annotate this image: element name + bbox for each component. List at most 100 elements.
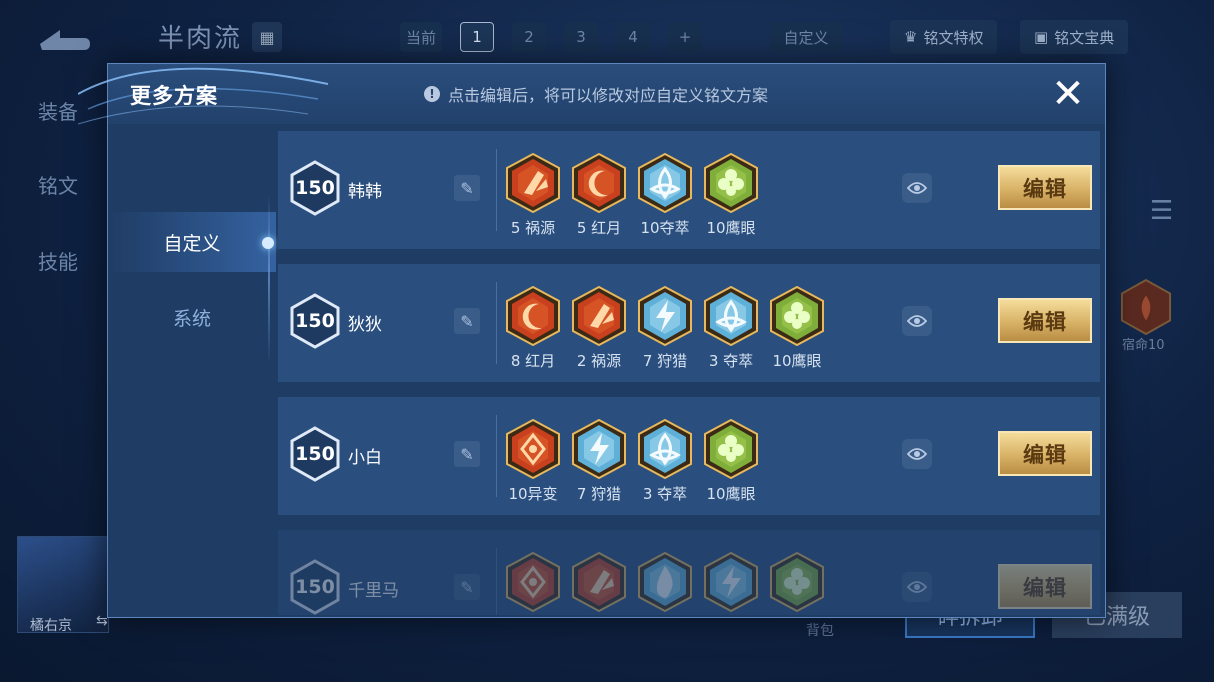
crown-icon: ♛ [904, 28, 918, 46]
plan-level: 150 [295, 177, 335, 199]
hint-text: ! 点击编辑后，将可以修改对应自定义铭文方案 [424, 82, 768, 106]
lightning-icon [638, 286, 692, 346]
rune-item[interactable]: 5 红月 [566, 153, 632, 238]
back-arrow-icon[interactable] [30, 22, 94, 56]
eye-icon [907, 315, 927, 327]
list-icon[interactable]: ☰ [1150, 196, 1178, 230]
page-tab-4[interactable]: 4 [616, 22, 651, 52]
close-button[interactable]: ✕ [1048, 74, 1088, 114]
plan-level: 150 [295, 576, 335, 598]
info-icon: ! [424, 86, 440, 102]
rune-item[interactable] [698, 552, 764, 615]
rune-item[interactable] [764, 552, 830, 615]
plan-row[interactable]: 150 狄狄 ✎ 8 红月 2 祸源 7 狩猎 3 夺萃 10鹰眼 编辑 [278, 264, 1100, 382]
crescent-moon-icon [572, 153, 626, 213]
active-tab-dot [262, 237, 274, 249]
rune-item[interactable]: 7 狩猎 [632, 286, 698, 371]
codex-label: 铭文宝典 [1054, 28, 1115, 47]
edit-button[interactable]: 编辑 [998, 431, 1092, 476]
tab-custom[interactable]: 自定义 [108, 212, 276, 272]
broken-blade-icon [572, 552, 626, 612]
rune-item[interactable]: 8 红月 [500, 286, 566, 371]
edit-button[interactable]: 编辑 [998, 298, 1092, 343]
side-nav-equipment[interactable]: 装备 [38, 96, 78, 125]
preview-eye-icon[interactable] [902, 173, 932, 203]
rune-label: 10夺萃 [640, 219, 690, 237]
rename-pencil-icon[interactable]: ✎ [454, 175, 480, 201]
rune-label: 8 红月 [510, 352, 556, 370]
plan-name: 狄狄 [348, 315, 382, 335]
eye-icon [907, 581, 927, 593]
plan-row[interactable]: 150 千里马 ✎ 编辑 [278, 530, 1100, 615]
plan-name: 小白 [348, 448, 382, 468]
plan-list[interactable]: 150 韩韩 ✎ 5 祸源 5 红月 10夺萃 10鹰眼 编辑 150 狄狄 ✎… [278, 131, 1104, 615]
rename-pencil-icon[interactable]: ✎ [454, 308, 480, 334]
page-tab-1[interactable]: 1 [460, 22, 495, 52]
rune-item[interactable]: 7 狩猎 [566, 419, 632, 504]
plan-name: 韩韩 [348, 182, 382, 202]
codex-button[interactable]: ▣ 铭文宝典 [1020, 20, 1129, 54]
row-divider [496, 415, 497, 497]
preview-eye-icon[interactable] [902, 306, 932, 336]
swap-icon[interactable]: ⇆ [96, 613, 108, 629]
rune-item[interactable]: 5 祸源 [500, 153, 566, 238]
clover-icon [704, 419, 758, 479]
rune-item[interactable]: 10鹰眼 [698, 419, 764, 504]
rename-pencil-icon[interactable]: ✎ [454, 574, 480, 600]
page-tab-3[interactable]: 3 [564, 22, 599, 52]
rune-list [500, 552, 830, 615]
rune-item[interactable] [566, 552, 632, 615]
side-nav-skills[interactable]: 技能 [38, 246, 78, 275]
top-bar: 半肉流 ▦ 当前 1 2 3 4 + 自定义 ♛ 铭文特权 ▣ 铭文宝典 [0, 0, 1214, 70]
rune-item[interactable]: 3 夺萃 [698, 286, 764, 371]
triquetra-icon [638, 419, 692, 479]
rename-pencil-icon[interactable]: ✎ [454, 441, 480, 467]
plan-page-tabs: 当前 1 2 3 4 + [400, 22, 703, 52]
rune-label: 5 红月 [576, 219, 622, 237]
page-tab-2[interactable]: 2 [512, 22, 547, 52]
plan-type-tabs: 自定义 系统 [108, 124, 276, 619]
rune-item[interactable]: 10异变 [500, 419, 566, 504]
broken-blade-icon [506, 153, 560, 213]
rune-label: 10鹰眼 [772, 352, 822, 370]
rune-item[interactable]: 10夺萃 [632, 153, 698, 238]
rune-label: 7 狩猎 [576, 485, 622, 503]
rune-list: 10异变 7 狩猎 3 夺萃 10鹰眼 [500, 419, 764, 504]
page-tab-add[interactable]: + [668, 22, 703, 52]
bag-label: 背包 [806, 623, 834, 639]
rune-item[interactable]: 10鹰眼 [764, 286, 830, 371]
side-nav-runes[interactable]: 铭文 [38, 170, 78, 199]
rune-item[interactable]: 2 祸源 [566, 286, 632, 371]
rune-item[interactable] [500, 552, 566, 615]
book-icon: ▣ [1034, 28, 1049, 46]
page-tab-current[interactable]: 当前 [400, 22, 443, 52]
rune-item[interactable] [632, 552, 698, 615]
hint-label: 点击编辑后，将可以修改对应自定义铭文方案 [448, 86, 769, 105]
plan-row[interactable]: 150 韩韩 ✎ 5 祸源 5 红月 10夺萃 10鹰眼 编辑 [278, 131, 1100, 249]
rune-item[interactable]: 3 夺萃 [632, 419, 698, 504]
rune-label: 5 祸源 [510, 219, 556, 237]
eye-icon [907, 182, 927, 194]
plan-row[interactable]: 150 小白 ✎ 10异变 7 狩猎 3 夺萃 10鹰眼 编辑 [278, 397, 1100, 515]
privilege-button[interactable]: ♛ 铭文特权 [890, 20, 998, 54]
rune-label: 2 祸源 [576, 352, 622, 370]
edit-button[interactable]: 编辑 [998, 564, 1092, 609]
edit-button[interactable]: 编辑 [998, 165, 1092, 210]
broken-blade-icon [572, 286, 626, 346]
rune-list: 8 红月 2 祸源 7 狩猎 3 夺萃 10鹰眼 [500, 286, 830, 371]
tab-divider [268, 194, 270, 364]
preview-eye-icon[interactable] [902, 439, 932, 469]
eye-icon [907, 448, 927, 460]
bg-rune-label: 宿命10 [1122, 338, 1165, 353]
bg-rune-icon [1120, 278, 1172, 336]
grid-icon[interactable]: ▦ [252, 22, 282, 52]
custom-tab[interactable]: 自定义 [770, 22, 842, 52]
plan-name: 千里马 [348, 581, 399, 601]
preview-eye-icon[interactable] [902, 572, 932, 602]
rune-item[interactable]: 10鹰眼 [698, 153, 764, 238]
tab-system[interactable]: 系统 [108, 287, 276, 347]
rune-label: 10异变 [508, 485, 558, 503]
plan-level: 150 [295, 443, 335, 465]
modal-title: 更多方案 [130, 84, 218, 108]
rune-label: 3 夺萃 [642, 485, 688, 503]
